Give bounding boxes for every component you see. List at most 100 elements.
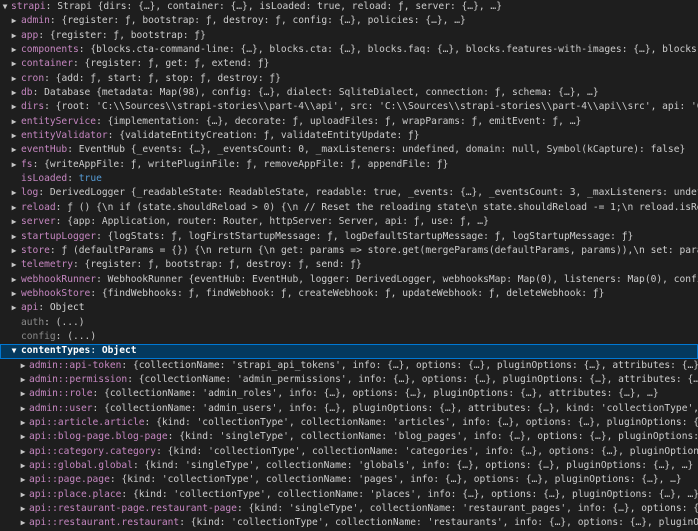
tree-row-server[interactable]: ▶ server: {app: Application, router: Rout…: [0, 215, 698, 229]
property-value: {kind: 'singleType', collectionName: 're…: [248, 503, 698, 515]
property-value: WebhookRunner {eventHub: EventHub, logge…: [107, 273, 698, 285]
chevron-right-icon[interactable]: ▶: [9, 287, 19, 301]
chevron-right-icon[interactable]: ▶: [9, 273, 19, 287]
chevron-right-icon[interactable]: ▶: [9, 258, 19, 272]
chevron-right-icon[interactable]: ▶: [18, 387, 28, 401]
tree-row-content-type[interactable]: ▶ admin::permission: {collectionName: 'ad…: [0, 373, 698, 387]
chevron-right-icon[interactable]: ▶: [18, 416, 28, 430]
property-value: {findWebhooks: ƒ, findWebhook: ƒ, create…: [101, 287, 605, 299]
tree-row-app[interactable]: ▶ app: {register: ƒ, bootstrap: ƒ}: [0, 29, 698, 43]
chevron-right-icon[interactable]: ▶: [18, 516, 28, 530]
tree-row-content-type[interactable]: ▶ api::place.place: {kind: 'collectionTyp…: [0, 488, 698, 502]
property-value: {implementation: {…}, decorate: ƒ, uploa…: [107, 115, 582, 127]
tree-row-content-type[interactable]: ▶ api::article.article: {kind: 'collectio…: [0, 416, 698, 430]
tree-row-config[interactable]: config: (...): [0, 330, 698, 344]
tree-row-content-type[interactable]: ▶ api::page.page: {kind: 'collectionType'…: [0, 473, 698, 487]
tree-row-contentTypes[interactable]: ▼ contentTypes: Object: [0, 344, 698, 359]
chevron-right-icon[interactable]: ▶: [9, 57, 19, 71]
tree-row-components[interactable]: ▶ components: {blocks.cta-command-line: {…: [0, 43, 698, 57]
chevron-right-icon[interactable]: ▶: [9, 230, 19, 244]
property-value: {add: ƒ, start: ƒ, stop: ƒ, destroy: ƒ}: [55, 72, 281, 84]
tree-row-eventHub[interactable]: ▶ eventHub: EventHub {_events: {…}, _even…: [0, 143, 698, 157]
chevron-right-icon[interactable]: ▶: [9, 143, 19, 157]
tree-row-api[interactable]: ▶ api: Object: [0, 301, 698, 315]
chevron-right-icon[interactable]: ▶: [9, 86, 19, 100]
tree-row-content-type[interactable]: ▶ api::blog-page.blog-page: {kind: 'singl…: [0, 430, 698, 444]
tree-row-webhookStore[interactable]: ▶ webhookStore: {findWebhooks: ƒ, findWeb…: [0, 287, 698, 301]
variables-tree: ▼ strapi: Strapi {dirs: {…}, container: …: [0, 0, 698, 531]
tree-row-entityService[interactable]: ▶ entityService: {implementation: {…}, de…: [0, 115, 698, 129]
tree-row-auth[interactable]: auth: (...): [0, 316, 698, 330]
property-key: app: [21, 29, 39, 41]
tree-row-content-type[interactable]: ▶ api::global.global: {kind: 'singleType'…: [0, 459, 698, 473]
chevron-right-icon[interactable]: ▶: [18, 473, 28, 487]
tree-row-content-type[interactable]: ▶ api::category.category: {kind: 'collect…: [0, 445, 698, 459]
chevron-right-icon[interactable]: ▶: [9, 115, 19, 129]
chevron-right-icon[interactable]: ▶: [9, 201, 19, 215]
tree-row-content-type[interactable]: ▶ api::restaurant.restaurant: {kind: 'col…: [0, 516, 698, 530]
chevron-down-icon[interactable]: ▼: [0, 0, 10, 14]
tree-row-content-type[interactable]: ▶ api::restaurant-page.restaurant-page: {…: [0, 502, 698, 516]
chevron-right-icon[interactable]: ▶: [9, 244, 19, 258]
property-value: {kind: 'collectionType', collectionName:…: [156, 416, 698, 428]
tree-row-telemetry[interactable]: ▶ telemetry: {register: ƒ, bootstrap: ƒ, …: [0, 258, 698, 272]
tree-row-log[interactable]: ▶ log: DerivedLogger {_readableState: Rea…: [0, 186, 698, 200]
property-value: Database {metadata: Map(98), config: {…}…: [44, 87, 599, 99]
property-value: {logStats: ƒ, logFirstStartupMessage: ƒ,…: [107, 230, 634, 242]
property-key: entityService: [21, 115, 97, 127]
tree-row-webhookRunner[interactable]: ▶ webhookRunner: WebhookRunner {eventHub:…: [0, 273, 698, 287]
tree-row-dirs[interactable]: ▶ dirs: {root: 'C:\\Sources\\strapi-stori…: [0, 100, 698, 114]
tree-row-reload[interactable]: ▶ reload: ƒ () {\n if (state.shouldReload…: [0, 201, 698, 215]
chevron-right-icon[interactable]: ▶: [18, 459, 28, 473]
property-value: {writeAppFile: ƒ, writePluginFile: ƒ, re…: [44, 158, 449, 170]
chevron-right-icon[interactable]: ▶: [9, 129, 19, 143]
tree-row-startupLogger[interactable]: ▶ startupLogger: {logStats: ƒ, logFirstSt…: [0, 230, 698, 244]
property-key: api::article.article: [29, 416, 145, 428]
property-key: api::page.page: [29, 474, 110, 486]
property-key: store: [21, 244, 50, 256]
property-value: Object: [101, 345, 137, 357]
chevron-right-icon[interactable]: ▶: [18, 430, 28, 444]
property-value: {register: ƒ, get: ƒ, extend: ƒ}: [84, 58, 270, 70]
property-value: {register: ƒ, bootstrap: ƒ}: [49, 29, 206, 41]
property-key: webhookRunner: [21, 273, 97, 285]
chevron-right-icon[interactable]: ▶: [18, 359, 28, 373]
property-key: log: [21, 187, 39, 199]
tree-row-entityValidator[interactable]: ▶ entityValidator: {validateEntityCreatio…: [0, 129, 698, 143]
property-value: {root: 'C:\\Sources\\strapi-stories\\par…: [55, 101, 698, 113]
tree-row-db[interactable]: ▶ db: Database {metadata: Map(98), config…: [0, 86, 698, 100]
tree-row-cron[interactable]: ▶ cron: {add: ƒ, start: ƒ, stop: ƒ, destr…: [0, 72, 698, 86]
chevron-right-icon[interactable]: ▶: [9, 72, 19, 86]
chevron-right-icon[interactable]: ▶: [18, 445, 28, 459]
chevron-right-icon[interactable]: ▶: [18, 488, 28, 502]
tree-row-isLoaded[interactable]: isLoaded: true: [0, 172, 698, 186]
tree-row-root[interactable]: ▼ strapi: Strapi {dirs: {…}, container: …: [0, 0, 698, 14]
property-key: api::place.place: [29, 488, 122, 500]
getter-value[interactable]: (...): [67, 331, 96, 342]
property-value: {kind: 'collectionType', collectionName:…: [121, 474, 682, 486]
chevron-right-icon[interactable]: ▶: [9, 100, 19, 114]
tree-row-container[interactable]: ▶ container: {register: ƒ, get: ƒ, extend…: [0, 57, 698, 71]
chevron-right-icon[interactable]: ▶: [9, 14, 19, 28]
chevron-right-icon[interactable]: ▶: [9, 301, 19, 315]
chevron-right-icon[interactable]: ▶: [18, 373, 28, 387]
tree-row-admin[interactable]: ▶ admin: {register: ƒ, bootstrap: ƒ, dest…: [0, 14, 698, 28]
chevron-right-icon[interactable]: ▶: [9, 186, 19, 200]
property-key: webhookStore: [21, 287, 91, 299]
tree-row-content-type[interactable]: ▶ admin::api-token: {collectionName: 'str…: [0, 359, 698, 373]
property-value: {collectionName: 'admin_users', info: {……: [104, 402, 698, 414]
chevron-down-icon[interactable]: ▼: [9, 344, 19, 358]
property-key: container: [21, 58, 73, 70]
getter-value[interactable]: (...): [56, 317, 85, 328]
tree-row-fs[interactable]: ▶ fs: {writeAppFile: ƒ, writePluginFile: …: [0, 158, 698, 172]
tree-row-content-type[interactable]: ▶ admin::user: {collectionName: 'admin_us…: [0, 402, 698, 416]
chevron-right-icon[interactable]: ▶: [9, 43, 19, 57]
chevron-right-icon[interactable]: ▶: [18, 402, 28, 416]
tree-row-content-type[interactable]: ▶ admin::role: {collectionName: 'admin_ro…: [0, 387, 698, 401]
tree-row-store[interactable]: ▶ store: ƒ (defaultParams = {}) {\n retur…: [0, 244, 698, 258]
property-value: true: [78, 173, 102, 185]
chevron-right-icon[interactable]: ▶: [9, 29, 19, 43]
chevron-right-icon[interactable]: ▶: [9, 215, 19, 229]
chevron-right-icon[interactable]: ▶: [9, 158, 19, 172]
chevron-right-icon[interactable]: ▶: [18, 502, 28, 516]
